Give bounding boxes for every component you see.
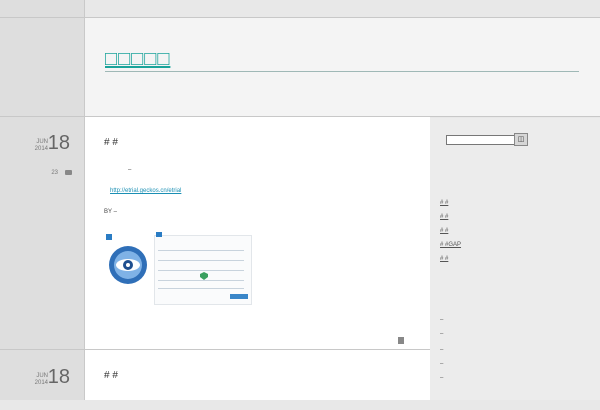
site-header: □□□□□ xyxy=(85,18,600,116)
post-text: – xyxy=(128,167,132,173)
post-link[interactable]: http://etrial.geckos.cn/etrial xyxy=(110,188,181,194)
post-text: BY – xyxy=(104,209,117,215)
sidebar-link[interactable]: # # xyxy=(440,214,448,220)
sidebar-link[interactable]: # # xyxy=(440,200,448,206)
sidebar-text: – xyxy=(440,317,444,323)
date-day: 18 xyxy=(47,366,70,388)
sidebar-text: – xyxy=(440,331,444,337)
post-title[interactable]: # # xyxy=(104,370,118,381)
site-title-link[interactable]: □□□□□ xyxy=(105,48,170,71)
date-year: 2014 xyxy=(34,380,48,386)
form-row xyxy=(158,288,244,289)
date-day: 18 xyxy=(47,132,70,154)
sidebar-text: – xyxy=(440,375,444,381)
comment-icon[interactable] xyxy=(65,170,72,175)
post-date: JUN 2014 18 23 xyxy=(0,132,95,176)
form-row xyxy=(158,280,244,281)
submit-button xyxy=(230,294,248,299)
form-row xyxy=(158,250,244,251)
search-button[interactable]: ◫ xyxy=(514,133,528,146)
date-year: 2014 xyxy=(34,146,48,152)
sidebar-text: – xyxy=(440,347,444,353)
document-icon[interactable] xyxy=(398,337,404,344)
sidebar-link[interactable]: # # xyxy=(440,256,448,262)
monitor-icon xyxy=(156,232,162,237)
comment-count[interactable]: 23 xyxy=(51,170,58,176)
form-row xyxy=(158,260,244,261)
sidebar: – – – xyxy=(430,347,600,400)
title-rule xyxy=(105,71,579,72)
eye-logo-icon xyxy=(109,246,147,284)
form-row xyxy=(158,270,244,271)
left-gutter xyxy=(0,0,85,400)
sidebar-link[interactable]: # #GAP xyxy=(440,242,461,248)
date-month: JUN xyxy=(36,373,48,379)
monitor-icon xyxy=(106,234,112,240)
post-title[interactable]: # # xyxy=(104,137,118,148)
post-date: JUN 2014 18 xyxy=(0,366,95,410)
search-input[interactable] xyxy=(446,135,516,145)
post-article: # # xyxy=(85,350,430,400)
date-month: JUN xyxy=(36,139,48,145)
sidebar: ◫ # # # # # # # #GAP # # – – xyxy=(430,118,600,350)
sidebar-text: – xyxy=(440,361,444,367)
post-image xyxy=(104,230,254,305)
shield-icon xyxy=(200,272,208,280)
sidebar-link[interactable]: # # xyxy=(440,228,448,234)
